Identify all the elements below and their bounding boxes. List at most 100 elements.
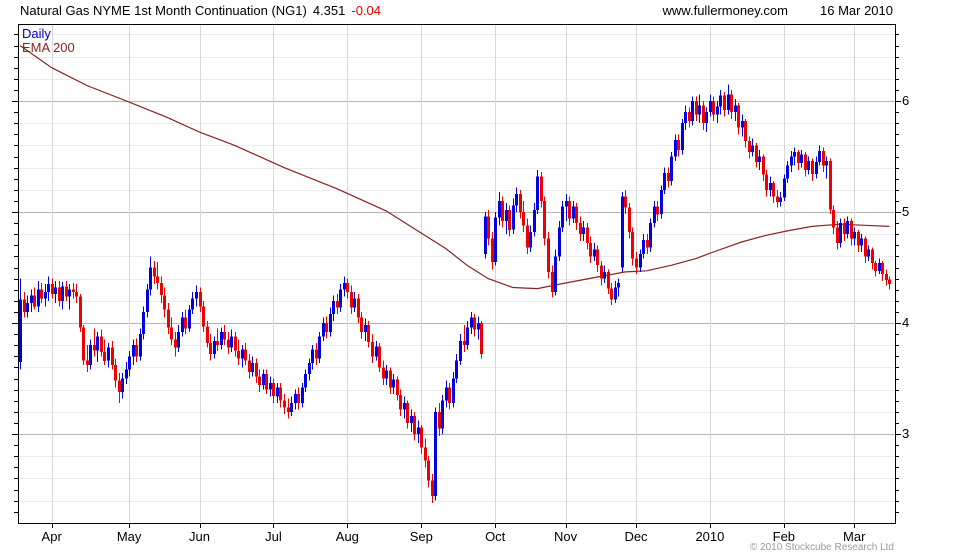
candle-down xyxy=(399,395,402,410)
candle-down xyxy=(589,243,592,257)
candle-down xyxy=(829,160,832,210)
candle-down xyxy=(378,346,381,368)
candle-down xyxy=(297,394,300,403)
candle-down xyxy=(723,95,726,110)
candle-up xyxy=(339,289,342,308)
candle-down xyxy=(111,347,114,366)
candle-up xyxy=(54,287,57,295)
candle-down xyxy=(406,402,409,423)
ema-200-line xyxy=(19,45,890,290)
candle-down xyxy=(635,258,638,268)
candle-down xyxy=(804,154,807,170)
candle-down xyxy=(881,263,884,275)
candle-down xyxy=(737,105,740,128)
candle-up xyxy=(89,345,92,366)
legend-daily: Daily xyxy=(22,26,51,41)
candle-up xyxy=(181,317,184,332)
candle-up xyxy=(375,346,378,357)
candle-up xyxy=(96,336,99,351)
candle-up xyxy=(642,239,645,255)
candle-down xyxy=(174,339,177,348)
candle-up xyxy=(294,394,297,403)
y-axis-label: 3 xyxy=(902,426,910,441)
candle-up xyxy=(846,220,849,235)
candle-up xyxy=(149,267,152,290)
candle-down xyxy=(677,139,680,150)
candle-down xyxy=(631,232,634,259)
candle-down xyxy=(744,121,747,141)
candle-up xyxy=(385,370,388,379)
candle-down xyxy=(487,216,490,239)
x-axis-label: Jun xyxy=(189,529,210,544)
x-axis-label: Sep xyxy=(409,529,433,544)
candle-down xyxy=(51,284,54,295)
candle-up xyxy=(121,378,124,392)
candle-down xyxy=(730,94,733,113)
candle-down xyxy=(40,289,43,299)
candle-up xyxy=(533,209,536,232)
candle-down xyxy=(885,274,888,280)
candle-down xyxy=(360,317,363,332)
candle-down xyxy=(762,156,765,175)
candle-up xyxy=(758,156,761,162)
candle-up xyxy=(477,323,480,330)
candle-up xyxy=(593,249,596,257)
candle-down xyxy=(223,331,226,340)
candle-down xyxy=(103,351,106,361)
candle-up xyxy=(529,232,532,248)
candle-down xyxy=(170,327,173,340)
candle-up xyxy=(230,336,233,348)
candle-down xyxy=(463,340,466,346)
candle-up xyxy=(558,227,561,257)
candle-down xyxy=(167,309,170,328)
candle-up xyxy=(709,101,712,113)
candle-up xyxy=(727,94,730,110)
candle-up xyxy=(698,105,701,115)
candle-down xyxy=(702,105,705,124)
candle-down xyxy=(822,151,825,166)
candle-up xyxy=(139,334,142,357)
candle-up xyxy=(308,363,311,375)
candle-up xyxy=(825,160,828,166)
candle-down xyxy=(325,323,328,332)
candle-up xyxy=(61,286,64,301)
x-axis-label: Apr xyxy=(41,529,62,544)
candle-down xyxy=(244,349,247,361)
candle-up xyxy=(751,145,754,153)
candle-down xyxy=(33,295,36,307)
candle-up xyxy=(332,300,335,315)
candle-up xyxy=(691,101,694,121)
candle-down xyxy=(248,360,251,372)
candle-down xyxy=(551,271,554,292)
candle-up xyxy=(146,289,149,312)
candle-down xyxy=(480,323,483,355)
candle-up xyxy=(37,289,40,307)
candle-up xyxy=(572,206,575,219)
candle-up xyxy=(441,400,444,429)
candle-up xyxy=(343,283,346,290)
candle-up xyxy=(30,295,33,304)
candle-down xyxy=(656,206,659,215)
candle-down xyxy=(438,411,441,429)
candle-down xyxy=(163,295,166,310)
candle-up xyxy=(177,331,180,348)
candle-down xyxy=(508,209,511,230)
candle-up xyxy=(769,183,772,190)
candle-down xyxy=(118,380,121,392)
candle-up xyxy=(68,289,71,297)
x-axis-label: Feb xyxy=(772,529,796,544)
candle-down xyxy=(575,206,578,224)
candle-up xyxy=(565,200,568,207)
candle-down xyxy=(857,232,860,246)
candle-up xyxy=(311,349,314,363)
candle-up xyxy=(719,95,722,107)
candle-down xyxy=(279,387,282,401)
candle-down xyxy=(628,207,631,232)
x-axis-label: Oct xyxy=(485,529,506,544)
candle-down xyxy=(695,101,698,115)
candle-up xyxy=(670,156,673,181)
candle-up xyxy=(445,387,448,401)
x-axis-label: Dec xyxy=(624,529,648,544)
candle-down xyxy=(547,238,550,272)
candle-down xyxy=(596,249,599,266)
